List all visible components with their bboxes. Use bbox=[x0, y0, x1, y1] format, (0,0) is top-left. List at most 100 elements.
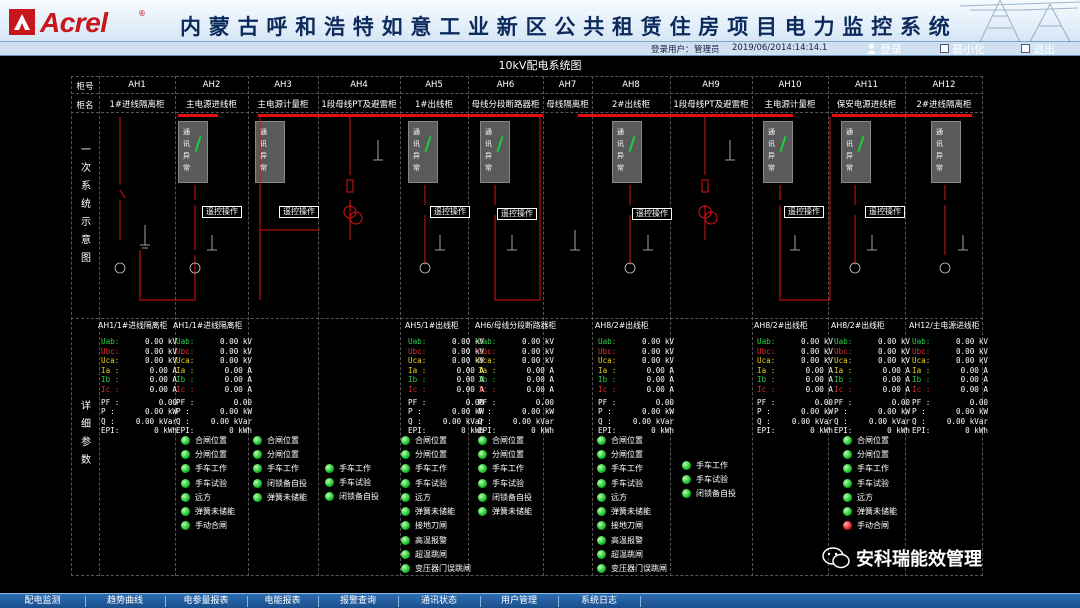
breaker-switch-icon bbox=[779, 136, 787, 152]
cabinet-no: AH2 bbox=[202, 80, 221, 90]
measure-row: EPI: 0 kWh bbox=[101, 426, 177, 436]
measure-label: EPI: bbox=[101, 426, 120, 436]
measure-row: P :0.00 kW bbox=[101, 407, 177, 417]
measure-value: 0 kWh bbox=[154, 426, 177, 436]
status-label: 弹簧未储能 bbox=[611, 507, 651, 517]
exit-button[interactable]: 退出 bbox=[1021, 41, 1055, 56]
gbox-char: 常 bbox=[183, 164, 190, 172]
login-button[interactable]: 登录 bbox=[866, 41, 902, 56]
status-label: 高温报警 bbox=[611, 535, 643, 545]
measure-row: EPI: 0 kWh bbox=[757, 426, 833, 436]
status-item: 分闸位置 bbox=[401, 447, 481, 461]
minimize-button[interactable]: 最小化 bbox=[940, 41, 985, 56]
measure-row: PF : 0.00 bbox=[598, 398, 674, 408]
comm-status-box: 通讯异常 bbox=[255, 121, 285, 183]
system-title: 内蒙古呼和浩特如意工业新区公共租赁住房项目电力监控系统 bbox=[180, 14, 958, 39]
status-item: 分闸位置 bbox=[597, 447, 677, 461]
breaker-switch-icon bbox=[496, 136, 504, 152]
measure-row: Ubc: 0.00 kV bbox=[598, 347, 674, 357]
measure-row: P :0.00 kW bbox=[408, 407, 484, 417]
measure-label: P : bbox=[912, 407, 926, 417]
current-date: 2019/06/20 bbox=[732, 43, 781, 53]
measure-row: Ib : 0.00 A bbox=[912, 375, 988, 385]
status-item: 弹簧未储能 bbox=[401, 504, 481, 518]
status-led-icon bbox=[181, 435, 190, 445]
status-label: 合闸位置 bbox=[267, 435, 299, 445]
status-led-icon bbox=[401, 507, 410, 517]
measure-value: 0 kWh bbox=[965, 426, 988, 436]
measure-value: 0.00 kV bbox=[521, 346, 554, 356]
status-item: 分闸位置 bbox=[253, 447, 333, 461]
remote-operate-button[interactable]: 遥控操作 bbox=[865, 206, 905, 218]
measure-label: Uca: bbox=[912, 356, 931, 366]
status-led-icon bbox=[478, 492, 487, 502]
footer-tab[interactable]: 电能报表 bbox=[247, 595, 318, 608]
remote-operate-button[interactable]: 遥控操作 bbox=[202, 206, 242, 218]
footer-tab[interactable]: 电参量报表 bbox=[165, 595, 247, 608]
acrel-logo-icon bbox=[9, 9, 35, 35]
comm-status-box: 通讯异常 bbox=[178, 121, 208, 183]
measure-label: Ia : bbox=[834, 365, 853, 375]
status-item: 合闸位置 bbox=[253, 433, 333, 447]
status-item: 分闸位置 bbox=[843, 447, 923, 461]
measure-label: Ib : bbox=[408, 375, 427, 385]
measure-label: Q : bbox=[834, 416, 848, 426]
breaker-switch-icon bbox=[857, 136, 865, 152]
measure-row: Ia : 0.00 A bbox=[598, 366, 674, 376]
status-item: 分闸位置 bbox=[478, 447, 558, 461]
measure-row: Uca: 0.00 kV bbox=[101, 356, 177, 366]
measure-row: Q : 0.00 kVar bbox=[478, 417, 554, 427]
cabinet-no: AH3 bbox=[274, 80, 292, 90]
measure-label: Ubc: bbox=[834, 346, 853, 356]
measure-row: Q : 0.00 kVar bbox=[101, 417, 177, 427]
remote-operate-button[interactable]: 遥控操作 bbox=[497, 208, 537, 220]
measure-value: 0.00 kVar bbox=[512, 416, 554, 426]
measure-row: P : 0.00 kW bbox=[912, 407, 988, 417]
footer-tab[interactable]: 报警查询 bbox=[318, 595, 398, 608]
measure-label: Ic : bbox=[912, 384, 931, 394]
measure-row: PF : 0.00 bbox=[834, 398, 910, 408]
measure-label: Uab: bbox=[757, 337, 776, 346]
power-tower-icon bbox=[960, 0, 1080, 42]
status-item: 远方 bbox=[401, 490, 481, 504]
remote-operate-button[interactable]: 遥控操作 bbox=[430, 206, 470, 218]
status-label: 合闸位置 bbox=[611, 435, 643, 445]
measure-label: PF : bbox=[176, 397, 195, 407]
detail-panel-title: AH12/主电源进线柜 bbox=[909, 321, 980, 330]
status-item: 合闸位置 bbox=[401, 433, 481, 447]
footer-tab[interactable]: 趋势曲线 bbox=[85, 595, 165, 608]
remote-operate-button[interactable]: 遥控操作 bbox=[279, 206, 319, 218]
measure-label: Ic : bbox=[408, 384, 427, 394]
measure-label: Q : bbox=[408, 416, 422, 426]
footer-tab[interactable]: 用户管理 bbox=[480, 595, 558, 608]
gbox-char: 通 bbox=[260, 128, 267, 136]
measure-label: Ic : bbox=[834, 384, 853, 394]
row-label-char: 数 bbox=[81, 455, 91, 466]
footer-tab[interactable]: 通讯状态 bbox=[398, 595, 480, 608]
measure-label: Ubc: bbox=[598, 346, 617, 356]
measure-label: Ib : bbox=[834, 375, 853, 385]
measure-label: Ib : bbox=[598, 375, 617, 385]
measure-row: PF : 0.00 bbox=[912, 398, 988, 408]
status-label: 手车工作 bbox=[611, 464, 643, 474]
status-led-icon bbox=[478, 478, 487, 488]
status-label: 手车试验 bbox=[492, 478, 524, 488]
comm-status-box: 通讯异常 bbox=[763, 121, 793, 183]
remote-operate-button[interactable]: 遥控操作 bbox=[784, 206, 824, 218]
status-led-icon bbox=[597, 535, 606, 545]
measure-label: Uca: bbox=[598, 356, 617, 366]
remote-operate-button[interactable]: 遥控操作 bbox=[632, 208, 672, 220]
user-info-bar: 登录用户： 管理员 2019/06/20 14:14:14.1 bbox=[0, 42, 1080, 56]
footer-tab[interactable]: 系统日志 bbox=[558, 595, 640, 608]
measure-value: 0.00 kW bbox=[955, 407, 988, 417]
measure-row: Q : 0.00 kVar bbox=[912, 417, 988, 427]
header-bar: Acrel ® 内蒙古呼和浩特如意工业新区公共租赁住房项目电力监控系统 bbox=[0, 0, 1080, 42]
status-led-icon bbox=[401, 535, 410, 545]
measure-row: Ia : 0.00 A bbox=[757, 366, 833, 376]
measure-value: 0 kWh bbox=[810, 426, 833, 436]
status-led-icon bbox=[325, 463, 334, 473]
footer-tab[interactable]: 配电监测 bbox=[0, 595, 85, 608]
measure-row: P :0.00 kW bbox=[598, 407, 674, 417]
gbox-char: 异 bbox=[936, 152, 943, 160]
status-item: 接地刀闸 bbox=[597, 519, 677, 533]
